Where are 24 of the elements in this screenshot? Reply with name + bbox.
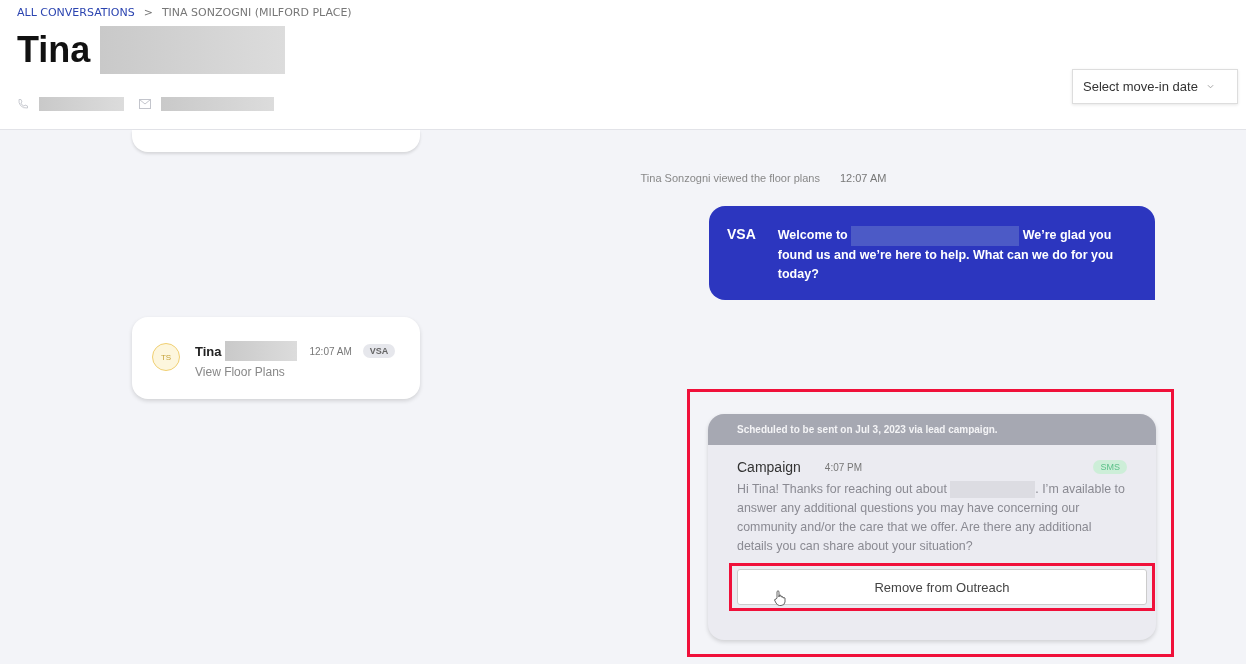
- sender-label: VSA: [727, 226, 756, 244]
- phone-icon: [17, 98, 29, 110]
- message-text: Hi Tina! Thanks for reaching out about . I’m available to answer any additional questions you may have concerning our community and/or the care that we offer. Are there any additional details you can share about your situation?: [737, 480, 1126, 555]
- message-time: 4:07 PM: [824, 461, 863, 473]
- source-tag: VSA: [362, 344, 396, 358]
- channel-tag: SMS: [1093, 460, 1127, 474]
- message-text: View Floor Plans: [195, 365, 286, 379]
- contact-name: Tina: [17, 29, 91, 71]
- activity-time: 12:07 AM: [839, 172, 887, 184]
- activity-text: Tina Sonzogni viewed the floor plans: [640, 172, 820, 184]
- mail-icon: [139, 99, 151, 109]
- sender-name: Tina: [195, 343, 222, 359]
- breadcrumb-link[interactable]: ALL CONVERSATIONS: [17, 6, 135, 19]
- message-text: Welcome to We’re glad you found us and we’re here to help. What can we do for you today?: [777, 226, 1115, 280]
- avatar-initials: TS: [152, 343, 180, 371]
- caret-icon: [1206, 84, 1214, 89]
- move-in-date-select[interactable]: Select move-in date: [1072, 69, 1238, 104]
- breadcrumb-current: TINA SONZOGNI (MILFORD PLACE): [161, 6, 352, 19]
- message-time: 12:07 AM: [309, 345, 352, 357]
- schedule-banner: Scheduled to be sent on Jul 3, 2023 via lead campaign.: [708, 414, 1156, 445]
- breadcrumb-separator: >: [143, 6, 153, 19]
- campaign-title: Campaign: [737, 459, 801, 475]
- remove-button[interactable]: Remove from Outreach: [737, 569, 1147, 605]
- hand-cursor-icon: [773, 589, 787, 607]
